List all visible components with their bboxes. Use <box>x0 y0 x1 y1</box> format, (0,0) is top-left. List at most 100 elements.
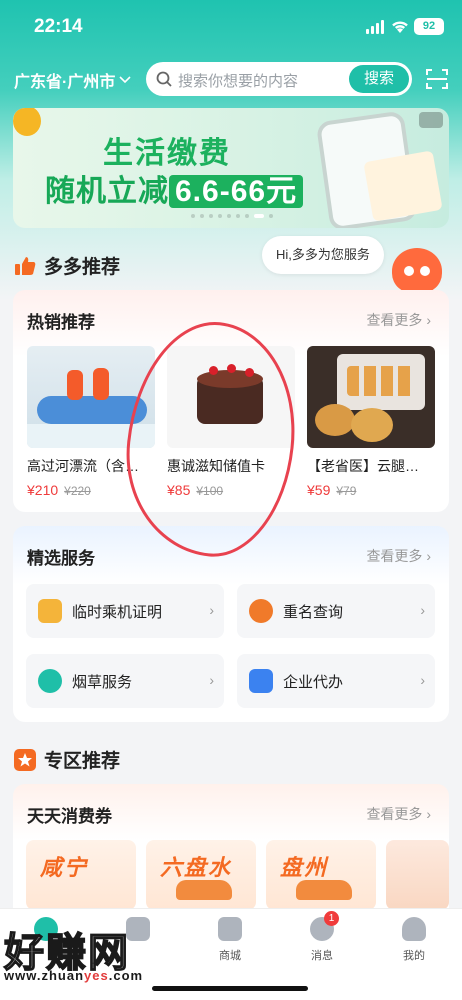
product-card[interactable]: 惠诚滋知储值卡 ¥85 ¥100 <box>167 346 295 498</box>
product-image-rafting <box>27 346 155 448</box>
tab-label: 商城 <box>219 950 241 962</box>
message-badge: 1 <box>324 911 339 926</box>
coupon-item[interactable]: 盘州 <box>266 840 376 910</box>
product-price: ¥210 <box>27 482 59 498</box>
top-header: 广东省·广州市 搜索你想要的内容 搜索 <box>0 58 462 102</box>
store-icon <box>218 917 242 941</box>
banner-collapse-button[interactable] <box>419 112 443 128</box>
watermark-url-prefix: www.zhuan <box>4 968 85 983</box>
watermark-url: www.zhuanyes.com <box>4 968 143 983</box>
product-name: 高过河漂流（含… <box>27 458 139 474</box>
product-card[interactable]: 【老省医】云腿… ¥59 ¥79 <box>307 346 435 498</box>
status-time: 22:14 <box>34 16 83 37</box>
city-label: 广东省·广州市 <box>14 74 116 91</box>
service-item[interactable]: 企业代办 › <box>237 654 435 708</box>
zone-section-title: 专区推荐 <box>14 746 120 773</box>
assistant-bubble[interactable]: Hi,多多为您服务 <box>262 236 384 274</box>
tab-label: 消息 <box>311 950 333 962</box>
service-item[interactable]: 重名查询 › <box>237 584 435 638</box>
chevron-right-icon: › <box>209 602 214 618</box>
search-input[interactable]: 搜索你想要的内容 <box>178 70 298 91</box>
assistant-mascot-icon[interactable] <box>392 248 442 294</box>
search-bar[interactable]: 搜索你想要的内容 搜索 <box>146 62 412 96</box>
banner-subtitle-prefix: 随机立减 <box>45 175 169 208</box>
coupon-item[interactable] <box>386 840 449 910</box>
banner-amount: 6.6-66元 <box>169 175 304 208</box>
chevron-down-icon <box>119 76 131 84</box>
service-label: 烟草服务 <box>72 674 133 691</box>
scan-icon[interactable] <box>426 68 448 90</box>
search-icon <box>156 71 172 87</box>
service-item[interactable]: 烟草服务 › <box>26 654 224 708</box>
watermark-url-highlight: yes <box>84 968 109 983</box>
zone-title-text: 专区推荐 <box>44 751 121 772</box>
product-name: 【老省医】云腿… <box>307 458 419 474</box>
boarding-pass-icon <box>38 599 62 623</box>
hot-sales-title: 热销推荐 <box>27 313 95 332</box>
product-price-row: ¥85 ¥100 <box>167 482 295 498</box>
bill-illustration <box>363 150 443 222</box>
chevron-right-icon: › <box>420 672 425 688</box>
service-label: 临时乘机证明 <box>72 604 163 621</box>
coupon-item[interactable]: 六盘水 <box>146 840 256 910</box>
home-indicator <box>152 986 308 991</box>
carousel-indicator <box>191 214 273 218</box>
services-more-link[interactable]: 查看更多 › <box>366 546 431 566</box>
search-button[interactable]: 搜索 <box>349 65 409 93</box>
product-old-price: ¥79 <box>336 484 357 498</box>
product-old-price: ¥220 <box>64 484 91 498</box>
signal-icon <box>366 20 384 34</box>
name-search-icon <box>249 599 273 623</box>
coupon-label: 盘州 <box>280 855 329 880</box>
chevron-right-icon: › <box>209 672 214 688</box>
battery-icon: 92 <box>414 18 444 35</box>
services-title: 精选服务 <box>27 549 95 568</box>
service-label: 企业代办 <box>283 674 344 691</box>
product-image-cake <box>167 346 295 448</box>
hot-sales-card: 热销推荐 查看更多 › 高过河漂流（含… ¥210 ¥220 惠诚滋知储值卡 ¥8… <box>13 290 449 512</box>
city-selector[interactable]: 广东省·广州市 <box>14 68 131 92</box>
tobacco-icon <box>38 669 62 693</box>
product-price-row: ¥59 ¥79 <box>307 482 435 498</box>
wifi-icon <box>392 21 408 33</box>
coupons-more-link[interactable]: 查看更多 › <box>366 804 431 824</box>
service-item[interactable]: 临时乘机证明 › <box>26 584 224 638</box>
car-illustration <box>176 880 232 900</box>
product-name: 惠诚滋知储值卡 <box>167 458 265 474</box>
chevron-right-icon: › <box>420 602 425 618</box>
coupons-title: 天天消费券 <box>27 807 112 826</box>
product-card[interactable]: 高过河漂流（含… ¥210 ¥220 <box>27 346 155 498</box>
hot-sales-more-label: 查看更多 <box>366 312 423 328</box>
enterprise-icon <box>249 669 273 693</box>
coin-decoration <box>13 108 41 136</box>
thumbs-up-icon <box>15 256 36 275</box>
tab-label: 我的 <box>403 950 425 962</box>
coupon-item[interactable]: 咸宁 <box>26 840 136 910</box>
product-image-mooncake <box>307 346 435 448</box>
product-price: ¥59 <box>307 482 331 498</box>
product-price: ¥85 <box>167 482 191 498</box>
coupon-label: 咸宁 <box>40 855 89 880</box>
tab-mall[interactable]: 商城 <box>184 917 276 963</box>
hot-sales-more-link[interactable]: 查看更多 › <box>366 310 431 330</box>
tab-profile[interactable]: 我的 <box>368 917 460 963</box>
service-label: 重名查询 <box>283 604 344 621</box>
watermark-url-suffix: .com <box>108 968 144 983</box>
star-badge-icon <box>14 748 36 771</box>
user-icon <box>402 917 426 941</box>
banner-subtitle: 随机立减 6.6-66元 <box>45 166 304 210</box>
coupon-label: 六盘水 <box>160 855 233 880</box>
message-icon: 1 <box>310 911 339 941</box>
coupons-card: 天天消费券 查看更多 › 咸宁 六盘水 盘州 <box>13 784 449 924</box>
product-price-row: ¥210 ¥220 <box>27 482 155 498</box>
product-old-price: ¥100 <box>196 484 224 498</box>
car-illustration <box>296 880 352 900</box>
coupons-more-label: 查看更多 <box>366 806 423 822</box>
tab-messages[interactable]: 1 消息 <box>276 911 368 963</box>
services-card: 精选服务 查看更多 › 临时乘机证明 › 重名查询 › 烟草服务 › 企业代办 … <box>13 526 449 722</box>
promo-banner[interactable]: 生活缴费 随机立减 6.6-66元 <box>13 108 449 228</box>
services-more-label: 查看更多 <box>366 548 423 564</box>
recommend-title-text: 多多推荐 <box>44 257 121 278</box>
recommend-section-title: 多多推荐 <box>14 252 120 279</box>
status-bar: 22:14 92 <box>0 0 462 54</box>
